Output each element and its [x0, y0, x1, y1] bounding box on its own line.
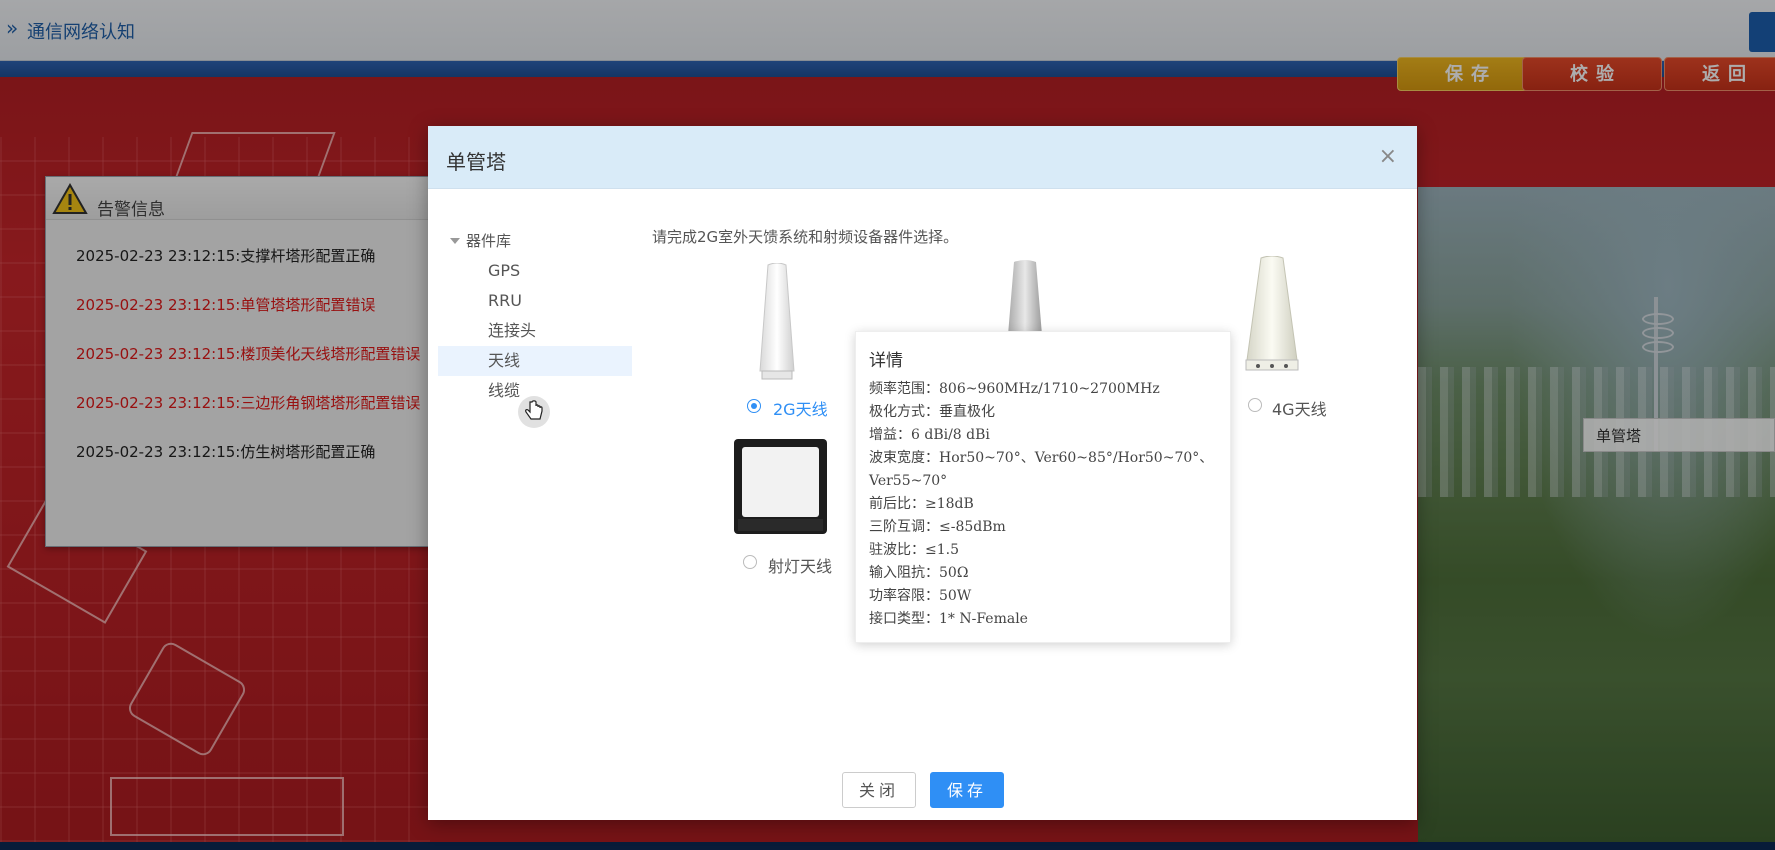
detail-row: 输入阻抗：50Ω	[869, 565, 969, 581]
radio-4g-antenna[interactable]	[1248, 398, 1262, 412]
detail-row: 驻波比：≤1.5	[869, 542, 959, 558]
radio-spot-antenna[interactable]	[743, 555, 757, 569]
caret-down-icon[interactable]	[450, 238, 460, 244]
tree-item-connector[interactable]: 连接头	[438, 316, 632, 346]
antenna-2g-image[interactable]	[758, 263, 796, 381]
option-2g-antenna-label[interactable]: 2G天线	[773, 396, 828, 420]
detail-row: 波束宽度：Hor50~70°、Ver60~85°/Hor50~70°、Ver55…	[869, 450, 1214, 489]
detail-row: 极化方式：垂直极化	[869, 404, 995, 420]
close-icon[interactable]: ×	[1379, 144, 1397, 169]
detail-row: 三阶互调：≤-85dBm	[869, 519, 1006, 535]
dialog-save-button[interactable]: 保存	[930, 772, 1004, 808]
tree-root[interactable]: 器件库	[438, 226, 632, 256]
detail-rows: 频率范围：806~960MHz/1710~2700MHz 极化方式：垂直极化 增…	[869, 378, 1221, 631]
antenna-3g-image[interactable]	[1006, 260, 1044, 335]
antenna-4g-image[interactable]	[1243, 256, 1301, 376]
spot-antenna-image[interactable]	[732, 437, 829, 536]
hand-cursor-icon	[518, 396, 550, 428]
detail-row: 接口类型：1* N-Female	[869, 611, 1028, 627]
detail-row: 增益：6 dBi/8 dBi	[869, 427, 990, 443]
tree-item-rru[interactable]: RRU	[438, 286, 632, 316]
detail-title: 详情	[869, 351, 903, 371]
option-4g-antenna-label[interactable]: 4G天线	[1272, 396, 1327, 420]
instruction-text: 请完成2G室外天馈系统和射频设备器件选择。	[652, 228, 959, 246]
component-tree: 器件库 GPS RRU 连接头 天线 线缆	[438, 226, 632, 428]
antenna-detail-popover: 详情 频率范围：806~960MHz/1710~2700MHz 极化方式：垂直极…	[855, 331, 1231, 643]
detail-row: 频率范围：806~960MHz/1710~2700MHz	[869, 381, 1160, 397]
tree-item-gps[interactable]: GPS	[438, 256, 632, 286]
component-dialog: 单管塔 × 器件库 GPS RRU 连接头 天线 线缆 请完成2G室外天馈系统和…	[428, 126, 1417, 820]
dialog-close-button[interactable]: 关闭	[842, 772, 916, 808]
dialog-header: 单管塔 ×	[428, 126, 1417, 189]
option-spot-antenna-label[interactable]: 射灯天线	[768, 553, 832, 577]
dialog-title: 单管塔	[446, 150, 506, 174]
radio-2g-antenna[interactable]	[747, 399, 761, 413]
detail-row: 功率容限：50W	[869, 588, 972, 604]
detail-row: 前后比：≥18dB	[869, 496, 974, 512]
tree-item-antenna[interactable]: 天线	[438, 346, 632, 376]
tree-root-label: 器件库	[466, 232, 512, 250]
